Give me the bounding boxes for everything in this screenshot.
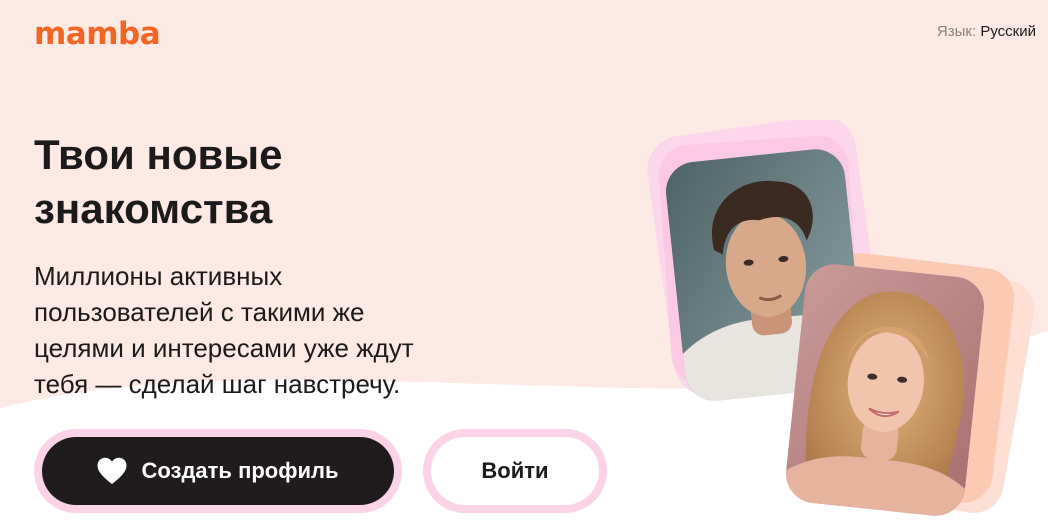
profile-photo-woman	[783, 261, 987, 519]
hero-subtitle-line-4: тебя — сделай шаг навстречу.	[34, 369, 400, 399]
create-profile-button-ring: Создать профиль	[34, 429, 402, 513]
create-profile-button[interactable]: Создать профиль	[42, 437, 394, 505]
language-value: Русский	[980, 23, 1036, 40]
hero-title: Твои новые знакомства	[34, 128, 454, 236]
hero-title-line-2: знакомства	[34, 185, 272, 232]
hero-title-line-1: Твои новые	[34, 131, 283, 178]
hero-subtitle-line-3: целями и интересами уже ждут	[34, 333, 414, 363]
login-button[interactable]: Войти	[431, 437, 599, 505]
login-label: Войти	[481, 458, 548, 484]
hero-subtitle-line-2: пользователей с такими же	[34, 297, 364, 327]
hero-subtitle-line-1: Миллионы активных	[34, 261, 282, 291]
language-selector[interactable]: Язык: Русский	[937, 22, 1036, 42]
profile-cards-illustration	[640, 120, 1040, 522]
login-button-ring: Войти	[423, 429, 607, 513]
create-profile-label: Создать профиль	[141, 458, 338, 484]
heart-icon	[97, 457, 127, 485]
language-label: Язык:	[937, 23, 976, 40]
hero-subtitle: Миллионы активных пользователей с такими…	[34, 258, 504, 402]
mamba-logo[interactable]: mamba	[34, 14, 160, 54]
